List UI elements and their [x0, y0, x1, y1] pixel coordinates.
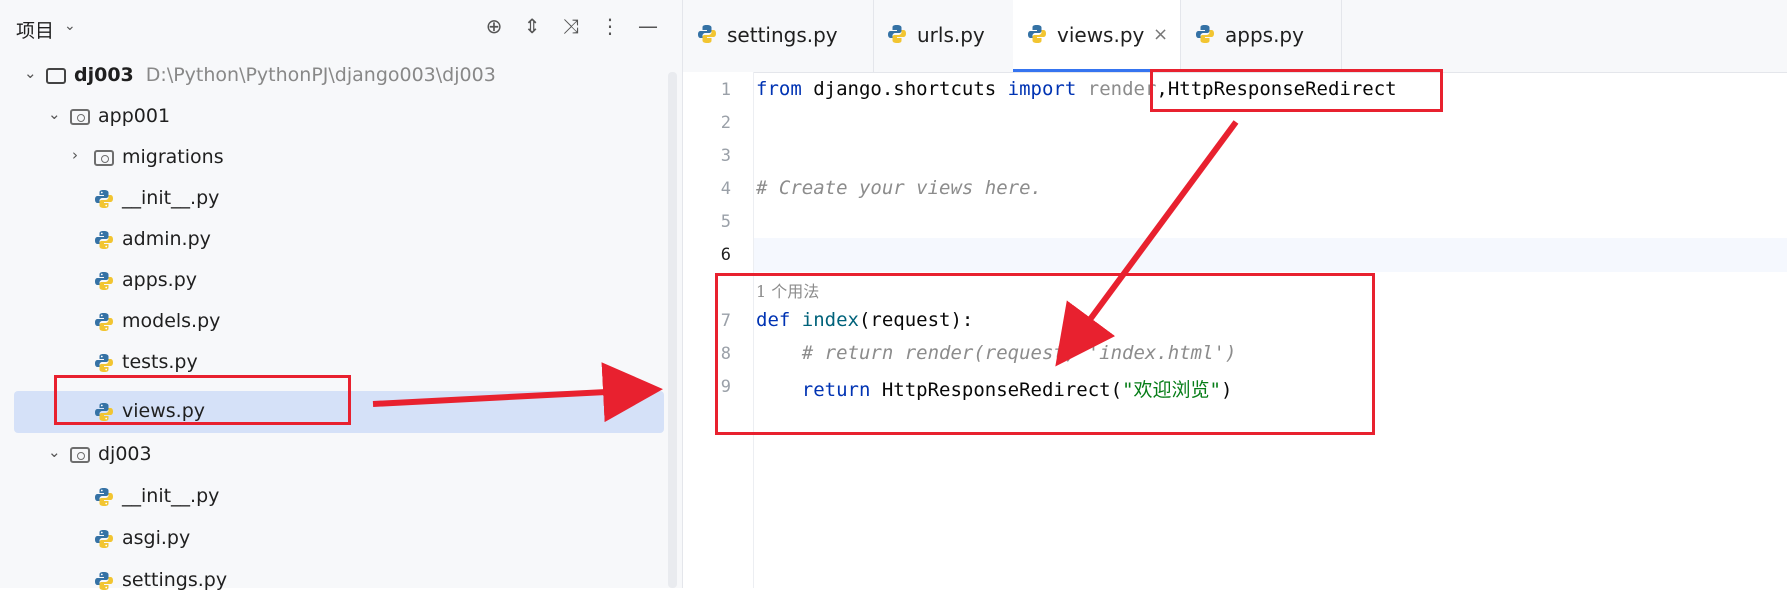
folder-icon	[46, 64, 70, 88]
tab-views-py[interactable]: views.py ×	[1013, 0, 1181, 72]
tab-label: views.py	[1057, 23, 1145, 47]
tree-item-label: migrations	[122, 146, 224, 168]
package-folder-icon	[94, 146, 118, 170]
tree-item-file[interactable]: asgi.py	[14, 519, 664, 559]
tab-settings-py[interactable]: settings.py	[683, 0, 874, 72]
expand-all-icon[interactable]: ⇕	[518, 14, 546, 38]
tree-item-file[interactable]: admin.py	[14, 220, 664, 260]
tab-label: apps.py	[1225, 23, 1304, 47]
locate-icon[interactable]: ⊕	[480, 14, 508, 38]
tree-item-label: app001	[98, 105, 171, 127]
editor-tab-bar: settings.py urls.py views.py × apps.py	[683, 0, 1787, 73]
tree-item-file[interactable]: __init__.py	[14, 179, 664, 219]
python-file-icon	[94, 187, 118, 211]
tree-item-folder[interactable]: ⌄ dj003	[14, 435, 664, 475]
python-file-icon	[697, 24, 717, 49]
tab-label: urls.py	[917, 23, 985, 47]
line-number: 4	[720, 179, 731, 199]
package-folder-icon	[70, 105, 94, 129]
chevron-down-icon[interactable]: ⌄	[48, 443, 61, 461]
line-number: 6	[720, 245, 731, 265]
tree-item-label: admin.py	[122, 228, 211, 250]
minimize-icon[interactable]: —	[634, 14, 662, 38]
chevron-down-icon[interactable]: ⌄	[48, 105, 61, 123]
python-file-icon	[94, 228, 118, 252]
tree-item-path: D:\Python\PythonPJ\django003\dj003	[145, 64, 496, 86]
python-file-icon	[94, 569, 118, 593]
tree-item-file[interactable]: settings.py	[14, 561, 664, 601]
tree-item-label: asgi.py	[122, 527, 191, 549]
python-file-icon	[1195, 24, 1215, 49]
tree-item-label: dj003	[98, 443, 152, 465]
tab-label: settings.py	[727, 23, 838, 47]
line-number: 1	[720, 80, 731, 100]
tree-item-label: __init__.py	[122, 187, 220, 209]
python-file-icon	[1027, 24, 1047, 49]
tree-item-folder[interactable]: ⌄ app001	[14, 97, 664, 137]
python-file-icon	[94, 351, 118, 375]
tree-item-file[interactable]: __init__.py	[14, 477, 664, 517]
python-file-icon	[94, 269, 118, 293]
keyword-import: import	[1007, 78, 1077, 100]
line-number: 5	[720, 212, 731, 232]
tree-item-folder[interactable]: › migrations	[14, 138, 664, 178]
package-folder-icon	[70, 443, 94, 467]
close-icon[interactable]: ×	[1153, 24, 1168, 45]
tree-item-project-root[interactable]: ⌄ dj003 D:\Python\PythonPJ\django003\dj00…	[14, 56, 664, 96]
current-line-highlight	[683, 238, 1787, 272]
python-file-icon	[94, 310, 118, 334]
annotation-box-views-file	[54, 375, 351, 425]
tab-apps-py[interactable]: apps.py	[1181, 0, 1342, 72]
more-options-icon[interactable]: ⋮	[596, 14, 624, 38]
import-render: render	[1076, 78, 1157, 100]
module-name: django.shortcuts	[801, 78, 1008, 100]
collapse-all-icon[interactable]: ⤨	[557, 14, 585, 38]
tree-item-label: __init__.py	[122, 485, 220, 507]
line-number: 3	[720, 146, 731, 166]
tree-item-label: models.py	[122, 310, 221, 332]
tree-item-label: dj003	[74, 64, 134, 86]
python-file-icon	[94, 485, 118, 509]
annotation-box-import	[1150, 69, 1443, 112]
chevron-right-icon[interactable]: ›	[72, 146, 78, 164]
annotation-box-function	[715, 273, 1375, 435]
project-panel-title[interactable]: 项目	[16, 16, 54, 43]
tab-urls-py[interactable]: urls.py	[873, 0, 1014, 72]
chevron-down-icon[interactable]: ⌄	[24, 64, 37, 82]
tree-item-label: apps.py	[122, 269, 198, 291]
tree-item-label: tests.py	[122, 351, 198, 373]
python-file-icon	[94, 527, 118, 551]
keyword-from: from	[756, 78, 802, 100]
tree-item-file[interactable]: models.py	[14, 302, 664, 342]
chevron-down-icon[interactable]: ⌄	[64, 18, 76, 34]
python-file-icon	[887, 24, 907, 49]
sidebar-scrollbar[interactable]	[668, 72, 677, 588]
project-panel: 项目 ⌄ ⊕ ⇕ ⤨ ⋮ — ⌄ dj003 D:\Python\PythonPJ…	[0, 0, 683, 591]
tree-item-file[interactable]: apps.py	[14, 261, 664, 301]
code-line-4-comment[interactable]: # Create your views here.	[756, 177, 1042, 199]
line-number: 2	[720, 113, 731, 133]
project-panel-header: 项目 ⌄ ⊕ ⇕ ⤨ ⋮ —	[0, 0, 682, 58]
